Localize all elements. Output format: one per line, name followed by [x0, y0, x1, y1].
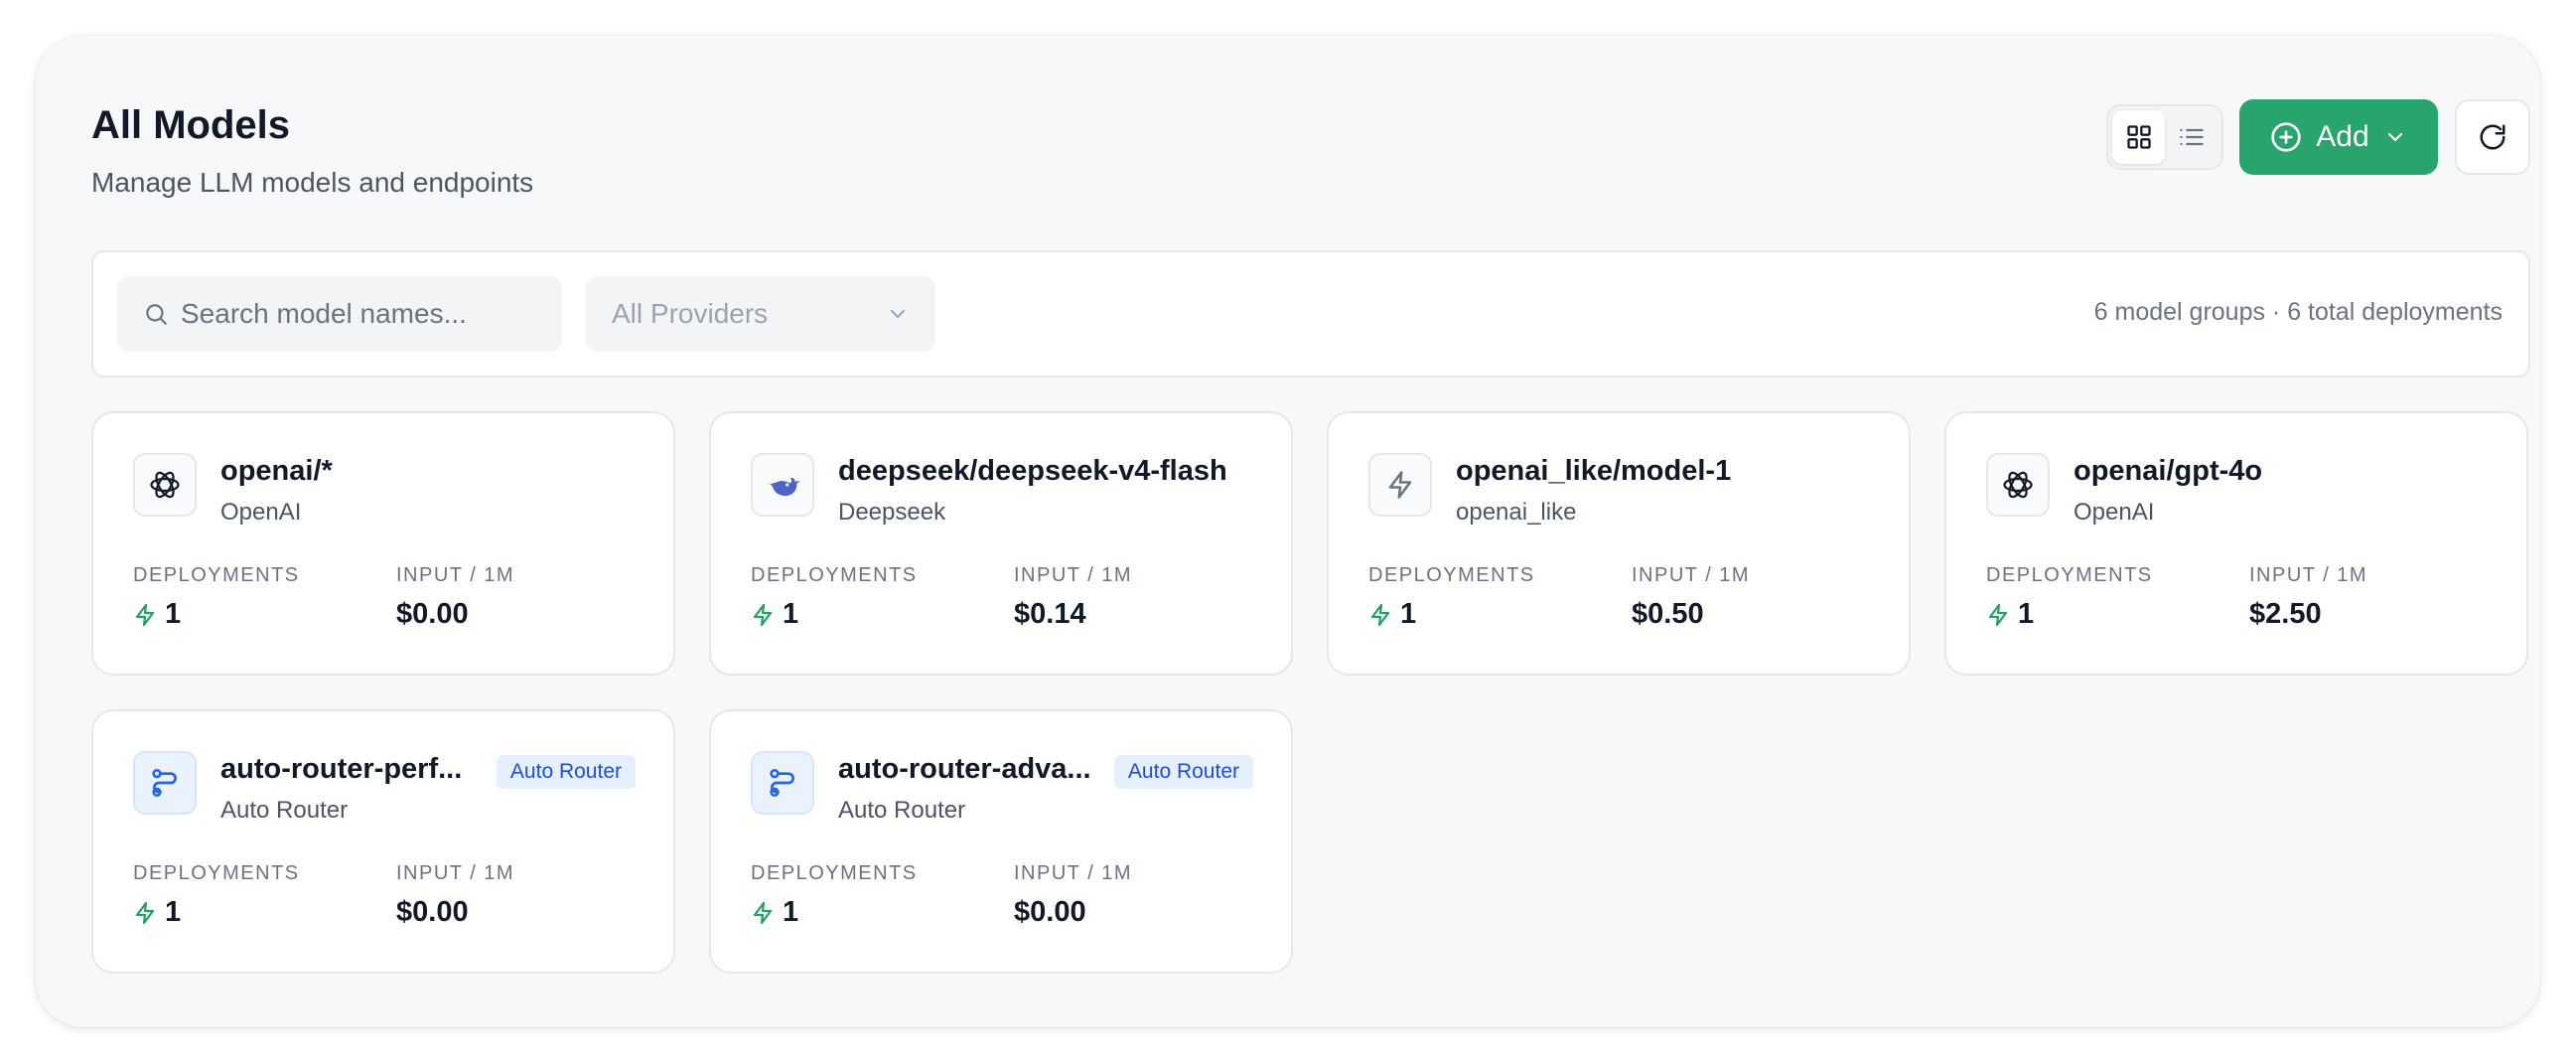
deployments-count: 1 [165, 598, 182, 630]
model-card[interactable]: openai_like/model-1 openai_like DEPLOYME… [1327, 411, 1911, 676]
input-price-value: $0.14 [1014, 598, 1086, 630]
deployments-value: 1 [751, 896, 798, 929]
input-price-label: INPUT / 1M [1632, 564, 1751, 586]
input-price-label: INPUT / 1M [396, 564, 515, 586]
models-window: All Models Manage LLM models and endpoin… [36, 36, 2540, 1027]
deployments-label: DEPLOYMENTS [751, 564, 918, 586]
search-input[interactable] [181, 298, 538, 330]
plus-circle-icon [2271, 122, 2301, 152]
deployments-label: DEPLOYMENTS [751, 862, 918, 884]
model-card[interactable]: openai/gpt-4o OpenAI DEPLOYMENTS 1 INPUT… [1944, 411, 2528, 676]
model-card[interactable]: auto-router-perf... Auto Router Auto Rou… [91, 709, 675, 974]
deployments-label: DEPLOYMENTS [1986, 564, 2153, 586]
search-icon [146, 304, 167, 325]
input-price-value: $0.00 [1014, 896, 1086, 928]
model-provider: Auto Router [838, 797, 966, 824]
model-provider: Auto Router [220, 797, 349, 824]
input-price-value: $2.50 [2249, 598, 2322, 630]
page-subtitle: Manage LLM models and endpoints [91, 167, 534, 198]
lightning-icon [1988, 603, 2008, 626]
grid-view-button[interactable] [2112, 110, 2165, 164]
deployments-value: 1 [133, 896, 181, 929]
deployments-label: DEPLOYMENTS [133, 564, 300, 586]
route-icon [751, 751, 814, 815]
deployments-count: 1 [165, 896, 182, 928]
search-box[interactable] [117, 276, 562, 352]
add-button[interactable]: Add [2239, 99, 2438, 175]
model-provider: OpenAI [220, 499, 302, 526]
lightning-icon [135, 603, 155, 626]
model-name: openai/gpt-4o [2074, 455, 2263, 487]
deployments-count: 1 [2018, 598, 2035, 630]
refresh-icon [2480, 124, 2505, 150]
lightning-icon [1368, 453, 1432, 517]
model-card[interactable]: openai/* OpenAI DEPLOYMENTS 1 INPUT / 1M… [91, 411, 675, 676]
deployments-count: 1 [783, 896, 799, 928]
openai-icon [1986, 453, 2050, 517]
lightning-icon [753, 901, 773, 924]
provider-select[interactable]: All Providers [586, 276, 935, 352]
lightning-icon [1370, 603, 1390, 626]
model-provider: OpenAI [2074, 499, 2155, 526]
list-view-button[interactable] [2165, 110, 2218, 164]
lightning-icon [753, 603, 773, 626]
input-price-label: INPUT / 1M [1014, 564, 1133, 586]
model-provider: Deepseek [838, 499, 946, 526]
input-price-label: INPUT / 1M [1014, 862, 1133, 884]
model-card[interactable]: auto-router-adva... Auto Router Auto Rou… [709, 709, 1293, 974]
input-price-label: INPUT / 1M [396, 862, 515, 884]
list-icon [2179, 128, 2204, 146]
view-toggle [2106, 104, 2223, 170]
openai-icon [133, 453, 197, 517]
filter-bar: All Providers 6 model groups · 6 total d… [91, 250, 2530, 378]
provider-select-value: All Providers [612, 298, 769, 329]
model-provider: openai_like [1456, 499, 1577, 526]
chevron-down-icon [2387, 132, 2402, 142]
input-price-value: $0.50 [1632, 598, 1704, 630]
grid-icon [2126, 125, 2151, 149]
auto-router-badge: Auto Router [496, 755, 636, 789]
deployments-value: 1 [1986, 598, 2034, 631]
lightning-icon [135, 901, 155, 924]
model-name: auto-router-adva... [838, 753, 1091, 785]
model-card[interactable]: deepseek/deepseek-v4-flash Deepseek DEPL… [709, 411, 1293, 676]
input-price-value: $0.00 [396, 598, 469, 630]
input-price-label: INPUT / 1M [2249, 564, 2368, 586]
input-price-value: $0.00 [396, 896, 469, 928]
model-name: openai/* [220, 455, 333, 487]
deployments-value: 1 [1368, 598, 1416, 631]
chevron-down-icon [891, 310, 905, 318]
deployments-label: DEPLOYMENTS [1368, 564, 1535, 586]
auto-router-badge: Auto Router [1113, 755, 1253, 789]
deployments-count: 1 [783, 598, 799, 630]
model-name: openai_like/model-1 [1456, 455, 1732, 487]
add-button-label: Add [2316, 120, 2369, 153]
deployments-count: 1 [1400, 598, 1417, 630]
page-title: All Models [91, 103, 291, 147]
deployments-label: DEPLOYMENTS [133, 862, 300, 884]
deployment-summary: 6 model groups · 6 total deployments [2093, 298, 2503, 326]
model-name: auto-router-perf... [220, 753, 463, 785]
model-name: deepseek/deepseek-v4-flash [838, 455, 1227, 487]
refresh-button[interactable] [2455, 99, 2530, 175]
deployments-value: 1 [133, 598, 181, 631]
route-icon [133, 751, 197, 815]
deployments-value: 1 [751, 598, 798, 631]
deepseek-whale-icon [751, 453, 814, 517]
